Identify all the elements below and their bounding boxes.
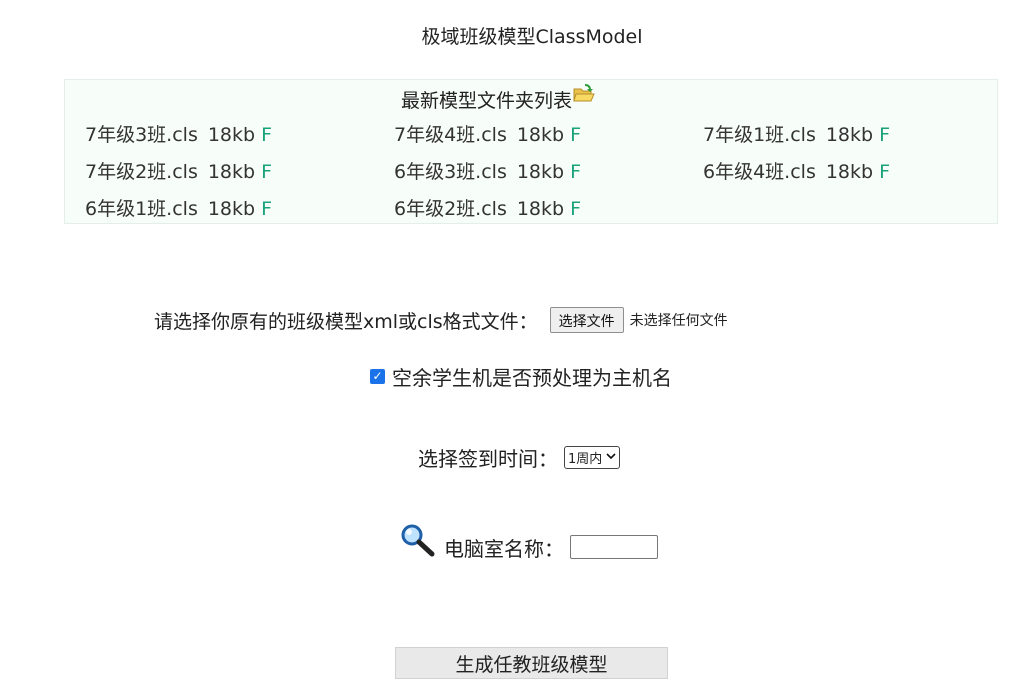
file-name: 6年级1班.cls: [85, 198, 198, 220]
file-size: 18kb: [516, 198, 565, 220]
file-size: 18kb: [207, 124, 256, 146]
lab-name-input[interactable]: [570, 535, 658, 559]
file-item[interactable]: 7年级2班.cls 18kb F: [85, 157, 272, 184]
file-flag: F: [879, 161, 891, 183]
file-flag: F: [570, 124, 582, 146]
file-flag: F: [261, 124, 273, 146]
preprocess-label: 空余学生机是否预处理为主机名: [392, 366, 672, 390]
file-name: 6年级4班.cls: [703, 161, 816, 183]
file-item[interactable]: 6年级1班.cls 18kb F: [85, 194, 272, 221]
file-item[interactable]: 6年级3班.cls 18kb F: [394, 157, 581, 184]
file-item[interactable]: 7年级1班.cls 18kb F: [703, 120, 890, 147]
signin-time-row: 选择签到时间： 1周内: [418, 443, 621, 472]
file-size: 18kb: [516, 161, 565, 183]
model-folder-panel: 最新模型文件夹列表 7年级3班.cls 18kb F 7年级4班.cls 18kb F …: [64, 79, 998, 224]
folder-open-icon: [573, 84, 595, 109]
lab-name-row: 电脑室名称：: [400, 522, 658, 572]
file-item[interactable]: 7年级4班.cls 18kb F: [394, 120, 581, 147]
signin-time-select[interactable]: 1周内: [564, 446, 621, 469]
panel-title: 最新模型文件夹列表: [65, 84, 931, 113]
chevron-down-icon: [606, 452, 616, 463]
file-flag: F: [879, 124, 891, 146]
file-name: 7年级4班.cls: [394, 124, 507, 146]
panel-title-text: 最新模型文件夹列表: [400, 90, 572, 112]
preprocess-checkbox[interactable]: ✓: [370, 369, 385, 384]
file-name: 7年级3班.cls: [85, 124, 198, 146]
file-size: 18kb: [825, 124, 874, 146]
page-title: 极域班级模型ClassModel: [421, 26, 643, 48]
lab-name-label: 电脑室名称：: [444, 536, 564, 561]
preprocess-row[interactable]: ✓ 空余学生机是否预处理为主机名: [370, 362, 672, 391]
upload-label: 请选择你原有的班级模型xml或cls格式文件：: [154, 310, 538, 333]
upload-row: 请选择你原有的班级模型xml或cls格式文件： 选择文件 未选择任何文件: [154, 306, 728, 334]
magnifier-icon: [400, 523, 436, 562]
file-size: 18kb: [207, 161, 256, 183]
file-flag: F: [261, 161, 273, 183]
file-size: 18kb: [207, 198, 256, 220]
file-size: 18kb: [825, 161, 874, 183]
file-name: 6年级3班.cls: [394, 161, 507, 183]
file-item[interactable]: 6年级2班.cls 18kb F: [394, 194, 581, 221]
file-name: 7年级2班.cls: [85, 161, 198, 183]
file-status: 未选择任何文件: [629, 313, 728, 329]
generate-model-button[interactable]: 生成任教班级模型: [395, 647, 668, 679]
file-flag: F: [261, 198, 273, 220]
file-flag: F: [570, 198, 582, 220]
choose-file-button[interactable]: 选择文件: [549, 307, 624, 333]
file-size: 18kb: [516, 124, 565, 146]
signin-time-value: 1周内: [568, 452, 603, 467]
file-item[interactable]: 6年级4班.cls 18kb F: [703, 157, 890, 184]
file-flag: F: [570, 161, 582, 183]
signin-time-label: 选择签到时间：: [418, 447, 558, 471]
file-item[interactable]: 7年级3班.cls 18kb F: [85, 120, 272, 147]
file-name: 6年级2班.cls: [394, 198, 507, 220]
file-name: 7年级1班.cls: [703, 124, 816, 146]
